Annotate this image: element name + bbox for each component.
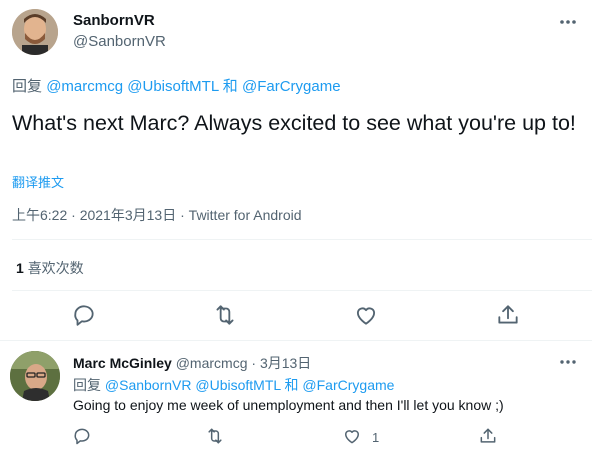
- author-name[interactable]: SanbornVR: [73, 12, 155, 29]
- share-icon[interactable]: [495, 302, 521, 328]
- separator: ·: [180, 207, 185, 223]
- share-icon[interactable]: [478, 426, 498, 446]
- avatar[interactable]: [10, 351, 60, 401]
- divider: [12, 239, 592, 240]
- mention-link[interactable]: @UbisoftMTL: [195, 377, 280, 393]
- tweet-meta: 上午6:22 · 2021年3月13日 · Twitter for Androi…: [12, 205, 302, 225]
- tweet-text: Going to enjoy me week of unemployment a…: [73, 397, 504, 413]
- retweet-icon[interactable]: [212, 302, 238, 328]
- avatar[interactable]: [12, 9, 58, 55]
- replying-to: 回复 @marcmcg @UbisoftMTL 和 @FarCrygame: [12, 75, 341, 96]
- reply-icon[interactable]: [72, 426, 92, 446]
- reply-and: 和: [284, 377, 299, 393]
- replying-to: 回复 @SanbornVR @UbisoftMTL 和 @FarCrygame: [73, 375, 394, 395]
- tweet-source[interactable]: Twitter for Android: [189, 207, 302, 223]
- author-handle[interactable]: @marcmcg: [176, 355, 248, 371]
- reply-author-line: Marc McGinley @marcmcg · 3月13日: [73, 353, 311, 373]
- separator: ·: [71, 207, 76, 223]
- tweet-text: What's next Marc? Always excited to see …: [12, 111, 576, 135]
- divider: [0, 340, 592, 341]
- tweet-date[interactable]: 2021年3月13日: [80, 207, 177, 223]
- more-options-icon[interactable]: [556, 12, 580, 32]
- mention-link[interactable]: @FarCrygame: [302, 377, 394, 393]
- author-handle[interactable]: @SanbornVR: [73, 33, 166, 50]
- mention-link[interactable]: @SanbornVR: [105, 377, 192, 393]
- divider: [12, 290, 592, 291]
- reply-prefix: 回复: [12, 78, 43, 95]
- separator: ·: [251, 355, 257, 371]
- retweet-icon[interactable]: [205, 426, 225, 446]
- mention-link[interactable]: @FarCrygame: [242, 78, 341, 95]
- reply-and: 和: [222, 78, 238, 95]
- like-icon[interactable]: [342, 426, 362, 446]
- translate-tweet-link[interactable]: 翻译推文: [12, 172, 64, 191]
- likes-count-link[interactable]: 1 喜欢次数: [16, 258, 84, 278]
- like-icon[interactable]: [353, 302, 379, 328]
- likes-count: 1: [16, 260, 24, 276]
- tweet-date[interactable]: 3月13日: [260, 355, 311, 371]
- mention-link[interactable]: @marcmcg: [46, 78, 123, 95]
- reply-icon[interactable]: [71, 302, 97, 328]
- reply-prefix: 回复: [73, 377, 101, 393]
- author-name[interactable]: Marc McGinley: [73, 355, 172, 371]
- likes-label: 喜欢次数: [27, 260, 84, 276]
- tweet-time[interactable]: 上午6:22: [12, 207, 67, 223]
- mention-link[interactable]: @UbisoftMTL: [127, 78, 218, 95]
- more-options-icon[interactable]: [556, 353, 580, 371]
- like-count: 1: [372, 430, 380, 445]
